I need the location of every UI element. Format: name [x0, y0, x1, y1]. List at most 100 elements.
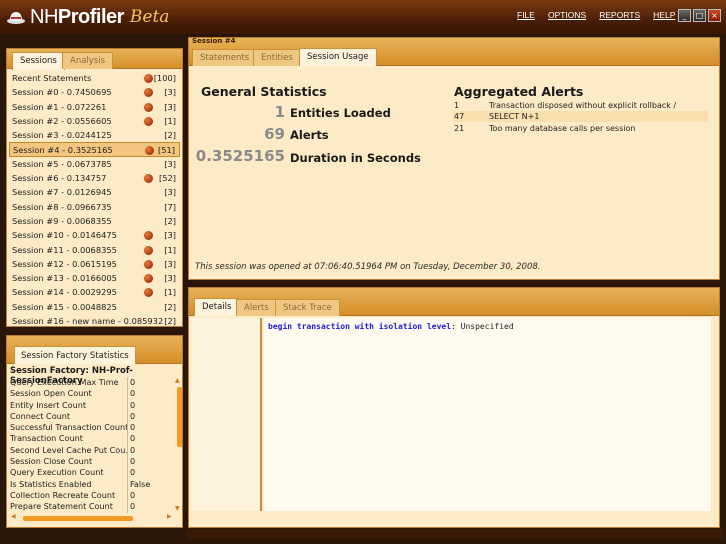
session-row[interactable]: Session #11 - 0.0068355 [1] [9, 243, 180, 257]
vertical-scrollbar[interactable]: ▲ ▼ [175, 377, 183, 513]
menu-options[interactable]: OPTIONS [548, 10, 586, 20]
session-count: [2] [164, 130, 176, 141]
session-count: [3] [164, 273, 176, 284]
stat-value: 0 [127, 433, 173, 445]
alert-text: SELECT N+1 [489, 112, 540, 121]
session-row[interactable]: Session #14 - 0.0029295 [1] [9, 285, 180, 299]
session-label: Session #13 - 0.0166005 [12, 273, 117, 284]
session-factory-pane: Session Factory Statistics Session Facto… [6, 335, 183, 528]
stat-row[interactable]: Connect Count 0 [9, 410, 173, 423]
session-label: Session #0 - 0.7450695 [12, 87, 112, 98]
details-tabstrip: Details Alerts Stack Trace [189, 288, 719, 316]
alert-dot-icon [144, 74, 153, 83]
session-factory-grid: Query Execution Max Time 0 Session Open Co… [9, 377, 173, 513]
tab-stack-trace[interactable]: Stack Trace [275, 299, 340, 316]
session-row[interactable]: Session #0 - 0.7450695 [3] [9, 85, 180, 99]
sessions-tabstrip: Sessions Analysis [7, 49, 182, 70]
maximize-button[interactable]: □ [693, 9, 706, 22]
session-label: Recent Statements [12, 73, 92, 83]
session-row[interactable]: Session #1 - 0.072261 [3] [9, 100, 180, 114]
tab-alerts[interactable]: Alerts [236, 299, 277, 316]
stat-row[interactable]: Session Close Count 0 [9, 456, 173, 468]
minimize-button[interactable]: _ [678, 9, 691, 22]
stat-row[interactable]: Query Execution Count 0 [9, 467, 173, 479]
scroll-down-icon[interactable]: ▼ [175, 505, 180, 512]
session-row[interactable]: Session #3 - 0.0244125 [2] [9, 128, 180, 142]
vertical-scroll-thumb[interactable] [177, 387, 182, 447]
stat-entities-label: Entities Loaded [290, 106, 391, 120]
stat-value: False [127, 478, 173, 490]
tab-statements[interactable]: Statements [192, 49, 258, 66]
session-count: [3] [164, 158, 176, 169]
horizontal-scroll-thumb[interactable] [23, 516, 133, 521]
stat-key: Session Open Count [10, 388, 92, 399]
menu-help[interactable]: HELP [653, 10, 675, 20]
menu-file[interactable]: FILE [517, 10, 535, 20]
stat-key: Query Execution Count [10, 467, 104, 478]
tab-entities[interactable]: Entities [253, 49, 301, 66]
session-row[interactable]: Recent Statements [100] [9, 71, 180, 85]
horizontal-scrollbar[interactable]: ◀ ▶ [9, 513, 177, 522]
alert-count: 1 [454, 101, 460, 110]
session-count: [3] [164, 258, 176, 269]
tab-session-factory-statistics[interactable]: Session Factory Statistics [14, 346, 136, 364]
stat-row[interactable]: Collection Recreate Count 0 [9, 489, 173, 502]
general-statistics-title: General Statistics [201, 84, 327, 99]
scroll-left-icon[interactable]: ◀ [11, 513, 16, 520]
session-row[interactable]: Session #15 - 0.0048825 [2] [9, 300, 180, 314]
session-count: [100] [153, 73, 176, 83]
stat-row[interactable]: Prepare Statement Count 0 [9, 501, 173, 513]
status-bar [186, 529, 724, 539]
session-row[interactable]: Session #4 - 0.3525165 [51] [9, 142, 180, 157]
alert-row[interactable]: 21 Too many database calls per session [453, 123, 708, 134]
stat-row[interactable]: Successful Transaction Count 0 [9, 422, 173, 434]
session-label: Session #8 - 0.0966735 [12, 201, 112, 212]
app-title-nh: NH [30, 5, 58, 28]
tab-analysis[interactable]: Analysis [62, 52, 114, 69]
alert-count: 21 [454, 124, 465, 133]
stat-row[interactable]: Query Execution Max Time 0 [9, 377, 173, 389]
session-row[interactable]: Session #2 - 0.0556605 [1] [9, 114, 180, 128]
tab-details[interactable]: Details [194, 298, 240, 316]
session-row[interactable]: Session #13 - 0.0166005 [3] [9, 271, 180, 285]
session-label: Session #2 - 0.0556605 [12, 115, 112, 126]
alert-row[interactable]: 1 Transaction disposed without explicit … [453, 100, 708, 121]
sql-code[interactable]: begin transaction with isolation level: … [268, 322, 514, 331]
sessions-pane: Sessions Analysis Recent Statements [100]… [6, 48, 183, 327]
session-label: Session #4 [192, 37, 236, 45]
scroll-up-icon[interactable]: ▲ [175, 377, 180, 384]
session-count: [3] [164, 87, 176, 98]
session-row[interactable]: Session #10 - 0.0146475 [3] [9, 228, 180, 242]
stat-alerts-label: Alerts [290, 128, 329, 142]
title-bar: NH Profiler Beta FILE OPTIONS REPORTS HELP… [0, 0, 726, 34]
close-button[interactable]: × [708, 9, 721, 22]
stat-row[interactable]: Transaction Count 0 [9, 433, 173, 445]
stat-row[interactable]: Entity Insert Count 0 [9, 399, 173, 411]
alert-dot-icon [144, 102, 153, 112]
details-content[interactable]: begin transaction with isolation level: … [264, 318, 711, 511]
session-row[interactable]: Session #12 - 0.0615195 [3] [9, 257, 180, 271]
session-row[interactable]: Session #16 - new name - 0.085932 [2] [9, 314, 180, 328]
stat-row[interactable]: Second Level Cache Put Cou... 0 [9, 444, 173, 457]
tab-session-usage[interactable]: Session Usage [299, 48, 377, 66]
stat-row[interactable]: Session Open Count 0 [9, 388, 173, 400]
session-row[interactable]: Session #9 - 0.0068355 [2] [9, 214, 180, 228]
session-row[interactable]: Session #7 - 0.0126945 [3] [9, 185, 180, 199]
session-row[interactable]: Session #5 - 0.0673785 [3] [9, 157, 180, 171]
tab-sessions[interactable]: Sessions [12, 52, 65, 70]
stat-value: 0 [127, 410, 173, 423]
alert-row[interactable]: 47 SELECT N+1 [453, 111, 708, 122]
session-row[interactable]: Session #6 - 0.134757 [52] [9, 171, 180, 185]
session-row[interactable]: Session #8 - 0.0966735 [7] [9, 200, 180, 214]
menu-reports[interactable]: REPORTS [599, 10, 640, 20]
stat-row[interactable]: Is Statistics Enabled False [9, 478, 173, 490]
alert-dot-icon [145, 146, 154, 156]
session-factory-header: Session Factory Statistics [7, 336, 182, 364]
session-label: Session #12 - 0.0615195 [12, 258, 117, 269]
alert-dot-icon [144, 231, 153, 241]
session-pane: Session #4 Statements Entities Session U… [188, 37, 720, 280]
details-pane: Details Alerts Stack Trace begin transac… [188, 287, 720, 528]
session-opened-text: This session was opened at 07:06:40.5196… [195, 262, 541, 272]
session-label: Session #9 - 0.0068355 [12, 215, 112, 226]
scroll-right-icon[interactable]: ▶ [167, 513, 172, 520]
